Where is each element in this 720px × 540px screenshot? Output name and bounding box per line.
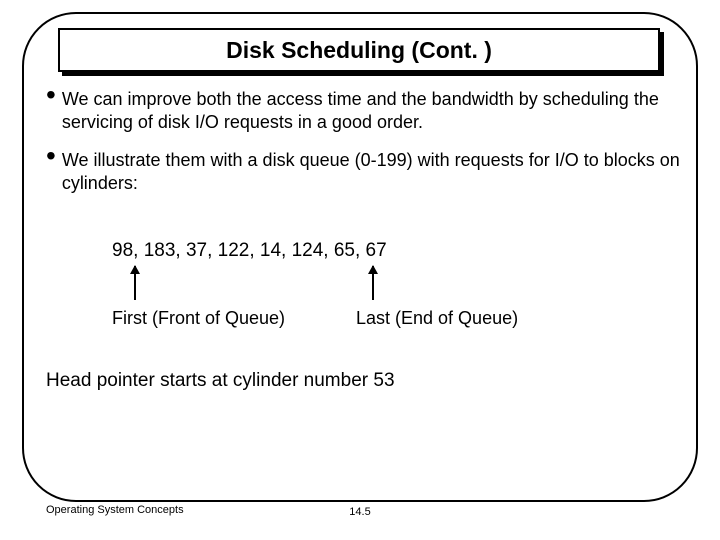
arrow-up-icon [372, 266, 374, 300]
content-area: • We can improve both the access time an… [46, 88, 682, 210]
bullet-item: • We can improve both the access time an… [46, 88, 682, 133]
bullet-dot-icon: • [46, 149, 62, 194]
queue-values: 98, 183, 37, 122, 14, 124, 65, 67 [112, 240, 387, 262]
label-first: First (Front of Queue) [112, 308, 285, 329]
bullet-text: We can improve both the access time and … [62, 88, 682, 133]
footer-page-number: 14.5 [0, 506, 720, 518]
label-last: Last (End of Queue) [356, 308, 518, 329]
head-pointer-text: Head pointer starts at cylinder number 5… [46, 370, 395, 392]
bullet-dot-icon: • [46, 88, 62, 133]
bullet-item: • We illustrate them with a disk queue (… [46, 149, 682, 194]
arrow-up-icon [134, 266, 136, 300]
title-box: Disk Scheduling (Cont. ) [58, 28, 660, 72]
bullet-text: We illustrate them with a disk queue (0-… [62, 149, 682, 194]
slide-title: Disk Scheduling (Cont. ) [226, 37, 492, 64]
